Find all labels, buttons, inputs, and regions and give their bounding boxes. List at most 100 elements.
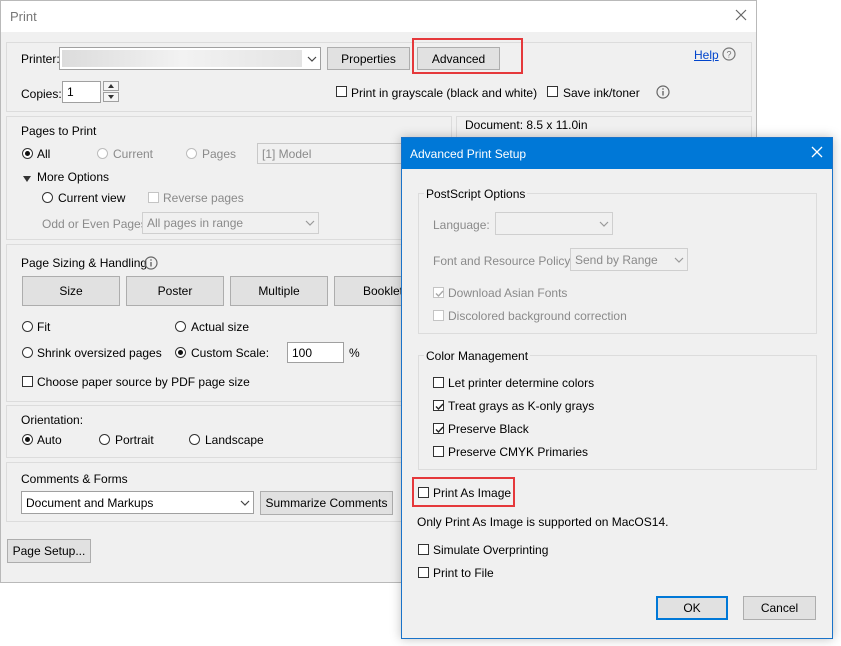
font-policy-value: Send by Range <box>575 252 658 267</box>
check-icon <box>435 403 444 411</box>
cancel-button[interactable]: Cancel <box>743 596 816 620</box>
page-sizing-heading: Page Sizing & Handling <box>21 256 148 270</box>
print-to-file-checkbox[interactable] <box>418 567 429 578</box>
current-page-radio[interactable] <box>97 148 108 159</box>
discolored-bg-checkbox[interactable] <box>433 310 444 321</box>
preserve-black-label: Preserve Black <box>448 422 529 436</box>
advanced-highlight <box>412 38 523 74</box>
size-tab[interactable]: Size <box>22 276 120 306</box>
download-asian-fonts-checkbox[interactable] <box>433 287 444 298</box>
landscape-label: Landscape <box>205 433 264 447</box>
print-dialog-title-bar <box>1 1 756 32</box>
custom-scale-field[interactable]: 100 <box>287 342 344 363</box>
ok-button[interactable]: OK <box>656 596 728 620</box>
reverse-pages-label: Reverse pages <box>163 191 244 205</box>
macos-note: Only Print As Image is supported on MacO… <box>417 515 669 529</box>
color-management-legend: Color Management <box>424 349 531 363</box>
check-icon <box>435 426 444 434</box>
more-options-label[interactable]: More Options <box>37 170 109 184</box>
close-icon <box>811 146 823 161</box>
comments-forms-value: Document and Markups <box>26 495 154 510</box>
auto-orientation-radio[interactable] <box>22 434 33 445</box>
treat-grays-checkbox[interactable] <box>433 400 444 411</box>
reverse-pages-checkbox[interactable] <box>148 192 159 203</box>
let-printer-checkbox[interactable] <box>433 377 444 388</box>
preserve-black-checkbox[interactable] <box>433 423 444 434</box>
poster-tab[interactable]: Poster <box>126 276 224 306</box>
all-pages-radio[interactable] <box>22 148 33 159</box>
properties-button[interactable]: Properties <box>327 47 410 70</box>
custom-scale-label: Custom Scale: <box>191 346 270 360</box>
percent-label: % <box>349 346 360 360</box>
help-icon[interactable]: ? <box>722 47 736 64</box>
printer-name-blurred <box>62 50 302 67</box>
pages-to-print-heading: Pages to Print <box>21 124 97 138</box>
font-policy-label: Font and Resource Policy: <box>433 254 574 268</box>
save-ink-label: Save ink/toner <box>563 86 640 100</box>
actual-size-radio[interactable] <box>175 321 186 332</box>
preserve-cmyk-label: Preserve CMYK Primaries <box>448 445 589 459</box>
comments-forms-select[interactable]: Document and Markups <box>21 491 254 514</box>
simulate-overprinting-label: Simulate Overprinting <box>433 543 549 557</box>
shrink-radio[interactable] <box>22 347 33 358</box>
copies-label: Copies: <box>21 87 62 101</box>
odd-even-label: Odd or Even Pages: <box>42 217 151 231</box>
portrait-radio[interactable] <box>99 434 110 445</box>
close-icon <box>735 9 747 24</box>
actual-size-label: Actual size <box>191 320 250 334</box>
grayscale-checkbox[interactable] <box>336 86 347 97</box>
chevron-down-icon <box>303 48 320 69</box>
discolored-bg-label: Discolored background correction <box>448 309 627 323</box>
help-link[interactable]: Help <box>694 48 719 62</box>
paper-source-label: Choose paper source by PDF page size <box>37 375 250 389</box>
print-dialog-close-button[interactable] <box>728 4 754 28</box>
language-select[interactable] <box>495 212 613 235</box>
check-icon <box>435 290 444 298</box>
orientation-heading: Orientation: <box>21 413 84 427</box>
page-setup-button[interactable]: Page Setup... <box>7 539 91 563</box>
advanced-dialog-close-button[interactable] <box>804 141 830 165</box>
comments-forms-heading: Comments & Forms <box>21 472 128 486</box>
multiple-tab[interactable]: Multiple <box>230 276 328 306</box>
chevron-down-icon <box>236 492 253 513</box>
font-policy-select[interactable]: Send by Range <box>570 248 688 271</box>
download-asian-fonts-label: Download Asian Fonts <box>448 286 568 300</box>
pages-range-field[interactable]: [1] Model <box>257 143 407 164</box>
pages-range-radio[interactable] <box>186 148 197 159</box>
odd-even-value: All pages in range <box>147 216 244 230</box>
advanced-dialog-title: Advanced Print Setup <box>410 147 527 161</box>
preserve-cmyk-checkbox[interactable] <box>433 446 444 457</box>
fit-radio[interactable] <box>22 321 33 332</box>
save-ink-checkbox[interactable] <box>547 86 558 97</box>
custom-scale-radio[interactable] <box>175 347 186 358</box>
treat-grays-label: Treat grays as K-only grays <box>448 399 595 413</box>
pages-range-label: Pages <box>202 147 237 161</box>
print-to-file-label: Print to File <box>433 566 494 580</box>
postscript-legend: PostScript Options <box>424 187 528 201</box>
copies-field[interactable]: 1 <box>62 81 101 103</box>
printer-select[interactable] <box>59 47 321 70</box>
svg-text:?: ? <box>726 50 731 60</box>
page-sizing-info-icon[interactable] <box>144 256 158 273</box>
summarize-comments-button[interactable]: Summarize Comments <box>260 491 393 515</box>
current-page-label: Current <box>113 147 154 161</box>
fit-label: Fit <box>37 320 51 334</box>
info-icon[interactable] <box>656 85 670 102</box>
more-options-toggle-icon[interactable] <box>23 172 31 186</box>
odd-even-select[interactable]: All pages in range <box>142 212 319 234</box>
printer-label: Printer: <box>21 52 60 66</box>
chevron-down-icon <box>595 213 612 234</box>
simulate-overprinting-checkbox[interactable] <box>418 544 429 555</box>
stepper-up-button[interactable] <box>103 81 119 91</box>
print-dialog-title: Print <box>10 9 37 24</box>
stepper-down-button[interactable] <box>103 92 119 102</box>
landscape-radio[interactable] <box>189 434 200 445</box>
current-view-label: Current view <box>58 191 126 205</box>
let-printer-label: Let printer determine colors <box>448 376 595 390</box>
auto-orientation-label: Auto <box>37 433 62 447</box>
document-info: Document: 8.5 x 11.0in <box>465 118 588 132</box>
copies-stepper[interactable] <box>103 81 119 103</box>
current-view-radio[interactable] <box>42 192 53 203</box>
chevron-down-icon <box>301 213 318 233</box>
paper-source-checkbox[interactable] <box>22 376 33 387</box>
